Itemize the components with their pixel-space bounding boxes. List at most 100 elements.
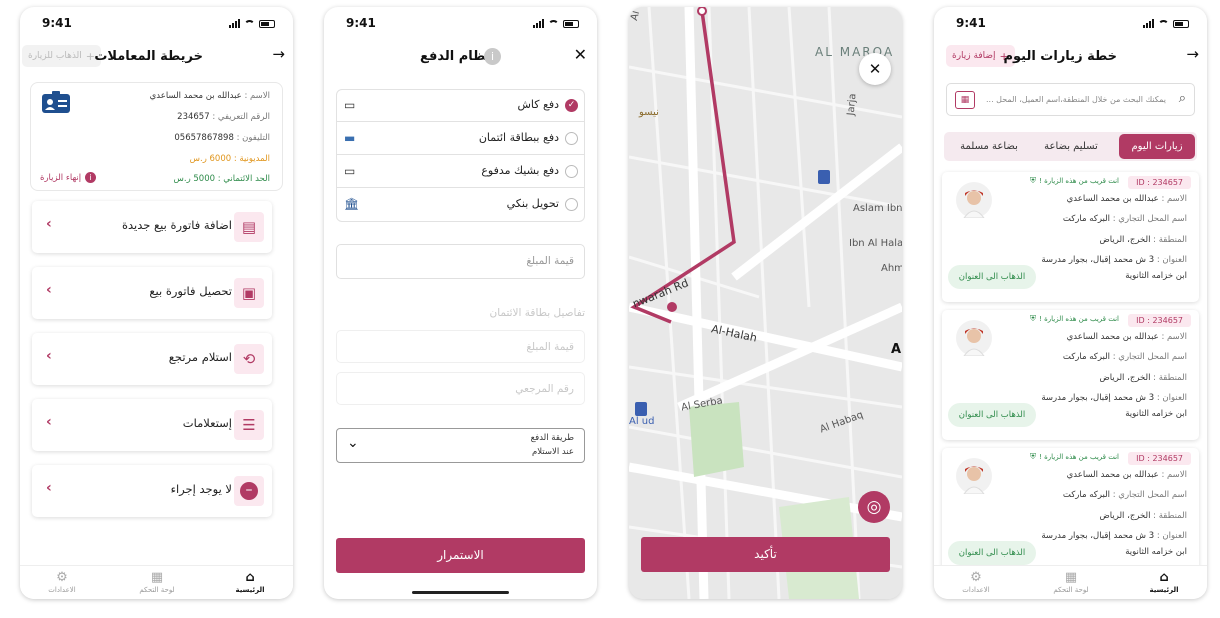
back-arrow-icon[interactable]: →: [1186, 45, 1199, 63]
tab-dashboard[interactable]: ▦ لوحة التحكم: [127, 570, 187, 594]
shop-name: البركه ماركت: [1062, 352, 1111, 362]
reference-number-input[interactable]: رقم المرجعي: [336, 372, 585, 405]
visit-card[interactable]: ID : 234657 انت قريب من هذه الزيارة ! ⛨ …: [942, 172, 1199, 302]
payment-option-bank-transfer[interactable]: تحويل بنكي 🏛: [336, 188, 585, 221]
tab-home[interactable]: ⌂ الرئيسية: [220, 570, 280, 594]
cash-icon: ▭: [344, 98, 356, 112]
my-location-button[interactable]: ◎: [858, 491, 890, 523]
wifi-icon: [548, 20, 559, 28]
payment-option-cheque[interactable]: دفع بشيك مدفوع ▭: [336, 155, 585, 188]
visit-card[interactable]: ID : 234657 انت قريب من هذه الزيارة ! ⛨ …: [942, 448, 1199, 578]
go-to-address-button[interactable]: الذهاب الى العنوان: [948, 403, 1036, 427]
status-time: 9:41: [956, 16, 986, 30]
map-label-alud: Al ud: [629, 416, 655, 427]
payment-method-value: عند الاستلام: [531, 447, 574, 457]
menu-item-receive-return[interactable]: ⟲ استلام مرتجع ‹: [32, 333, 272, 385]
tab-delivered-goods[interactable]: بضاعة مسلمة: [951, 134, 1027, 159]
map-label-ahm: Ahm: [881, 263, 902, 274]
map-screen: AL MARQA Al Taraf Jarja نيسو Aslam Ibn I…: [629, 7, 902, 599]
page-title: نظام الدفع: [420, 49, 491, 64]
cash-icon: ▣: [234, 278, 264, 308]
confirm-button[interactable]: تأكيد: [641, 537, 890, 572]
id-label: الرقم التعريفي :: [212, 112, 270, 122]
calendar-icon[interactable]: ▦: [955, 91, 975, 109]
go-to-address-button[interactable]: الذهاب الى العنوان: [948, 265, 1036, 289]
return-icon: ⟲: [234, 344, 264, 374]
card-amount-input[interactable]: قيمة المبلغ: [336, 330, 585, 363]
back-arrow-icon[interactable]: →: [272, 45, 285, 63]
map-label-jarja: Jarja: [845, 93, 859, 116]
nearby-notice: انت قريب من هذه الزيارة !: [1039, 315, 1119, 323]
header: + إضافة زيارة خطة زيارات اليوم →: [934, 45, 1207, 71]
info-icon[interactable]: i: [484, 48, 501, 65]
status-bar: 9:41: [20, 15, 293, 33]
status-time: 9:41: [42, 16, 72, 30]
invoice-icon: ▤: [234, 212, 264, 242]
customer-avatar: [956, 320, 992, 357]
payment-option-label: تحويل بنكي: [506, 197, 559, 210]
close-map-button[interactable]: ✕: [859, 53, 891, 85]
search-input[interactable]: يمكنك البحث من خلال المنطقة،اسم العميل، …: [986, 95, 1166, 104]
address-line2: ابن خزامه الثانوية: [1125, 271, 1187, 281]
amount-input[interactable]: قيمة المبلغ: [336, 244, 585, 279]
region-label: المنطقة :: [1153, 511, 1187, 521]
shop-name: البركه ماركت: [1062, 214, 1111, 224]
tab-deliver-goods[interactable]: تسليم بضاعة: [1033, 134, 1109, 159]
continue-button[interactable]: الاستمرار: [336, 538, 585, 573]
go-to-visit-button[interactable]: + الذهاب للزيارة: [22, 45, 102, 67]
radio-unselected[interactable]: [565, 165, 578, 178]
home-icon: ⌂: [245, 570, 255, 585]
menu-item-new-sale-invoice[interactable]: ▤ اضافة فاتورة بيع جديدة ‹: [32, 201, 272, 253]
menu-item-label: لا يوجد إجراء: [170, 482, 232, 496]
tab-settings[interactable]: ⚙ الاعدادات: [32, 570, 92, 594]
shield-check-icon: ⛨: [1030, 452, 1036, 461]
menu-item-collect-invoice[interactable]: ▣ تحصيل فاتورة بيع ‹: [32, 267, 272, 319]
address-value: 3 ش محمد إقبال، بجوار مدرسة: [1041, 255, 1155, 265]
nearby-notice: انت قريب من هذه الزيارة !: [1039, 177, 1119, 185]
status-time: 9:41: [346, 16, 376, 30]
payment-option-credit-card[interactable]: دفع ببطاقة ائتمان ▬: [336, 122, 585, 155]
signal-icon: [533, 19, 544, 28]
payment-option-label: دفع ببطاقة ائتمان: [478, 131, 559, 144]
menu-item-label: اضافة فاتورة بيع جديدة: [121, 218, 232, 232]
region-value: الخرج، الرياض: [1099, 511, 1151, 521]
visit-card[interactable]: ID : 234657 انت قريب من هذه الزيارة ! ⛨ …: [942, 310, 1199, 440]
gear-icon: ⚙: [56, 570, 68, 585]
chevron-left-icon: ‹: [46, 480, 52, 496]
add-visit-label: إضافة زيارة: [952, 51, 996, 61]
shop-label: اسم المحل التجاري :: [1112, 214, 1187, 224]
address-label: العنوان :: [1156, 255, 1187, 265]
close-icon[interactable]: ✕: [574, 45, 587, 64]
address-value: 3 ش محمد إقبال، بجوار مدرسة: [1041, 393, 1155, 403]
payment-method-select[interactable]: طريقة الدفع عند الاستلام ⌄: [336, 428, 585, 463]
signal-icon: [1143, 19, 1154, 28]
payment-option-cash[interactable]: ✓ دفع كاش ▭: [336, 89, 585, 122]
search-bar[interactable]: ▦ يمكنك البحث من خلال المنطقة،اسم العميل…: [946, 83, 1195, 116]
tab-today-visits[interactable]: زيارات اليوم: [1119, 134, 1195, 159]
status-icons: [229, 19, 275, 28]
radio-unselected[interactable]: [565, 198, 578, 211]
tab-dashboard[interactable]: ▦ لوحة التحكم: [1041, 570, 1101, 594]
tab-home[interactable]: ⌂ الرئيسية: [1134, 570, 1194, 594]
go-to-address-button[interactable]: الذهاب الى العنوان: [948, 541, 1036, 565]
debt-value: 6000 ر.س: [189, 154, 232, 164]
chevron-left-icon: ‹: [46, 348, 52, 364]
signal-icon: [229, 19, 240, 28]
end-visit-button[interactable]: i إنهاء الزيارة: [40, 172, 97, 183]
customer-phone: 05657867898: [174, 133, 234, 143]
menu-item-no-action[interactable]: – لا يوجد إجراء ‹: [32, 465, 272, 517]
tab-settings-label: الاعدادات: [962, 586, 990, 594]
customer-phone-row: التليفون : 05657867898: [174, 133, 270, 143]
menu-item-inquiries[interactable]: ☰ إستعلامات ‹: [32, 399, 272, 451]
radio-unselected[interactable]: [565, 132, 578, 145]
tab-settings[interactable]: ⚙ الاعدادات: [946, 570, 1006, 594]
name-label: الاسم :: [1161, 470, 1187, 480]
region-label: المنطقة :: [1153, 373, 1187, 383]
page-title: خطة زيارات اليوم: [1003, 49, 1117, 64]
customer-avatar: [956, 458, 992, 495]
search-icon: ⌕: [1178, 91, 1186, 106]
nearby-notice: انت قريب من هذه الزيارة !: [1039, 453, 1119, 461]
radio-selected[interactable]: ✓: [565, 99, 578, 112]
region-value: الخرج، الرياض: [1099, 235, 1151, 245]
id-card-icon: [42, 91, 70, 113]
